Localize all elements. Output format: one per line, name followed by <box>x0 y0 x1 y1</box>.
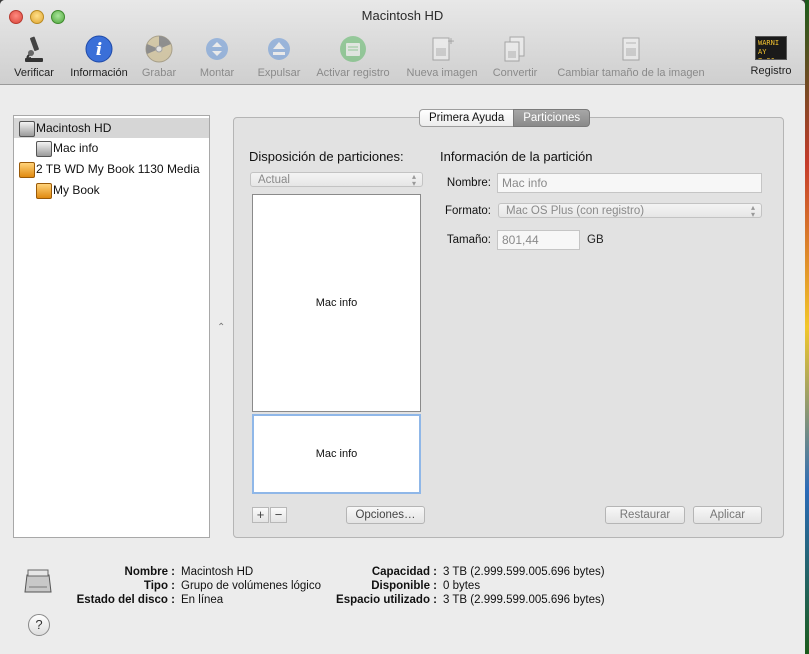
internal-disk-icon <box>19 121 35 137</box>
partition-layout-title: Disposición de particiones: <box>249 149 404 164</box>
convert-button[interactable]: Convertir <box>489 34 541 79</box>
verify-label: Verificar <box>14 67 54 79</box>
format-popup[interactable]: Mac OS Plus (con registro) ▴ ▾ <box>498 203 762 219</box>
tab-first-aid[interactable]: Primera Ayuda <box>419 109 514 127</box>
mount-icon <box>202 34 232 64</box>
new-image-button[interactable]: + Nueva imagen <box>403 34 481 79</box>
size-label: Tamaño: <box>446 234 491 246</box>
enable-journaling-label: Activar registro <box>316 67 390 79</box>
mount-button[interactable]: Montar <box>196 34 238 79</box>
resize-image-label: Cambiar tamaño de la imagen <box>557 67 705 79</box>
new-image-icon: + <box>427 34 457 64</box>
disk-name-value: Macintosh HD <box>181 566 254 578</box>
remove-partition-button[interactable]: − <box>270 507 287 523</box>
partition-layout-value: Actual <box>258 174 290 186</box>
name-field[interactable]: Mac info <box>497 173 762 193</box>
tab-partition[interactable]: Particiones <box>513 109 591 127</box>
log-button[interactable]: WARNI AY 7:36 Registro <box>748 34 794 77</box>
used-space-value: 3 TB (2.999.599.005.696 bytes) <box>443 594 605 606</box>
toolbar: Macintosh HD Verificar i Información Gra… <box>0 0 805 85</box>
popup-arrows-icon: ▴ ▾ <box>750 203 755 219</box>
sidebar-item-wd-my-book[interactable]: 2 TB WD My Book 1130 Media <box>14 159 209 179</box>
svg-text:+: + <box>447 34 454 48</box>
partition-layout-popup[interactable]: Actual ▴ ▾ <box>250 172 423 188</box>
disk-list-sidebar: Macintosh HD Mac info 2 TB WD My Book 11… <box>13 115 210 538</box>
partition-box-label: Mac info <box>315 297 358 309</box>
partition-box-label: Mac info <box>315 448 358 460</box>
sidebar-item-label: Mac info <box>53 141 99 155</box>
info-icon: i <box>84 34 114 64</box>
available-key: Disponible : <box>371 580 437 592</box>
selected-disk-icon <box>23 565 53 595</box>
info-label: Información <box>70 67 128 79</box>
sidebar-item-label: 2 TB WD My Book 1130 Media <box>36 162 200 176</box>
window-title: Macintosh HD <box>361 8 444 23</box>
resize-image-icon <box>616 34 646 64</box>
microscope-icon <box>19 34 49 64</box>
eject-label: Expulsar <box>257 67 301 79</box>
volume-icon <box>36 141 52 157</box>
disk-name-key: Nombre : <box>124 566 175 578</box>
info-button[interactable]: i Información <box>66 34 132 79</box>
used-space-key: Espacio utilizado : <box>336 594 437 606</box>
eject-icon <box>264 34 294 64</box>
new-image-label: Nueva imagen <box>406 67 478 79</box>
split-view-handle[interactable]: ⌃ <box>217 322 225 333</box>
svg-text:i: i <box>96 40 102 60</box>
log-label: Registro <box>750 65 792 77</box>
disk-utility-window: Macintosh HD Verificar i Información Gra… <box>0 0 805 654</box>
mount-label: Montar <box>199 67 235 79</box>
sidebar-item-label: My Book <box>53 183 100 197</box>
add-partition-button[interactable]: + <box>252 507 269 523</box>
verify-button[interactable]: Verificar <box>11 34 57 79</box>
disk-type-key: Tipo : <box>143 580 175 592</box>
desktop-background-strip <box>805 0 809 654</box>
sidebar-item-mac-info[interactable]: Mac info <box>14 138 209 158</box>
tab-bar: Primera Ayuda Particiones <box>419 109 591 127</box>
size-unit: GB <box>587 234 604 246</box>
burn-disc-icon <box>144 34 174 64</box>
name-label: Nombre: <box>446 177 491 189</box>
journal-icon <box>338 34 368 64</box>
capacity-key: Capacidad : <box>371 566 437 578</box>
format-value: Mac OS Plus (con registro) <box>506 205 645 217</box>
eject-button[interactable]: Expulsar <box>254 34 304 79</box>
log-badge-line2: AY 7:36 <box>758 48 775 59</box>
capacity-value: 3 TB (2.999.599.005.696 bytes) <box>443 566 605 578</box>
sidebar-item-label: Macintosh HD <box>36 121 112 135</box>
log-icon: WARNI AY 7:36 <box>755 34 787 62</box>
external-disk-icon <box>19 162 35 178</box>
apply-button[interactable]: Aplicar <box>693 506 762 524</box>
popup-arrows-icon: ▴ ▾ <box>411 172 416 188</box>
convert-icon <box>500 34 530 64</box>
partition-box-1[interactable]: Mac info <box>252 194 421 412</box>
external-volume-icon <box>36 183 52 199</box>
enable-journaling-button[interactable]: Activar registro <box>311 34 395 79</box>
log-badge-line1: WARNI <box>758 39 780 47</box>
sidebar-item-my-book[interactable]: My Book <box>14 180 209 200</box>
partition-info-title: Información de la partición <box>440 149 593 164</box>
options-button[interactable]: Opciones… <box>346 506 425 524</box>
disk-status-key: Estado del disco : <box>76 594 175 606</box>
disk-status-value: En línea <box>181 594 224 606</box>
available-value: 0 bytes <box>443 580 481 592</box>
sidebar-item-macintosh-hd[interactable]: Macintosh HD <box>14 118 209 138</box>
burn-button[interactable]: Grabar <box>139 34 179 79</box>
format-label: Formato: <box>444 205 491 217</box>
partition-box-2[interactable]: Mac info <box>252 414 421 494</box>
help-button[interactable]: ? <box>28 614 50 636</box>
resize-image-button[interactable]: Cambiar tamaño de la imagen <box>549 34 713 79</box>
burn-label: Grabar <box>141 67 177 79</box>
size-field[interactable]: 801,44 <box>497 230 580 250</box>
revert-button[interactable]: Restaurar <box>605 506 685 524</box>
convert-label: Convertir <box>492 67 538 79</box>
